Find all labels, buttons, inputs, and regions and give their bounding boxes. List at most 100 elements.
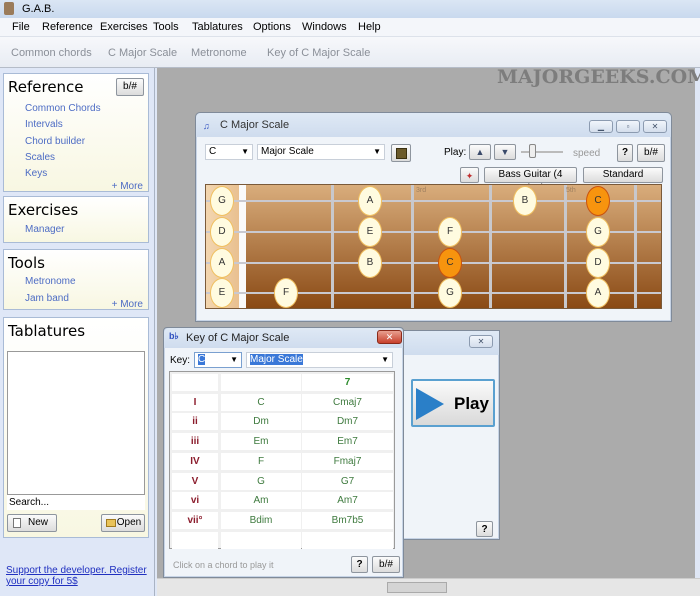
degree-cell: iii — [172, 433, 218, 451]
new-button[interactable]: New — [7, 514, 57, 532]
chevron-down-icon: ▼ — [241, 147, 249, 156]
close-button[interactable]: ✕ — [469, 335, 493, 348]
fret-note[interactable]: C — [438, 248, 462, 278]
close-button[interactable]: ✕ — [643, 120, 667, 133]
maximize-button[interactable]: ▫ — [616, 120, 640, 133]
tuning-button[interactable]: Standard — [583, 167, 663, 183]
chord-cell[interactable]: Em — [221, 433, 301, 451]
fret-note[interactable]: B — [358, 248, 382, 278]
reference-panel: Reference b/# Common Chords Intervals Ch… — [3, 73, 149, 192]
menu-windows[interactable]: Windows — [302, 21, 347, 33]
chord-cell[interactable]: Cmaj7 — [302, 393, 393, 411]
chord-cell[interactable] — [302, 531, 393, 549]
tools-more[interactable]: + More — [112, 299, 143, 310]
tablature-search[interactable]: Search... — [7, 495, 145, 510]
fret-note[interactable]: G — [586, 217, 610, 247]
help-button[interactable]: ? — [351, 556, 368, 573]
minimize-button[interactable]: ▁ — [589, 120, 613, 133]
chord-cell[interactable]: G — [221, 472, 301, 490]
play-button[interactable]: Play — [411, 379, 495, 427]
chord-cell[interactable]: Dm7 — [302, 413, 393, 431]
color-options-button[interactable]: ✦ — [460, 167, 479, 183]
fret-note[interactable]: A — [358, 186, 382, 216]
scale-select[interactable]: Major Scale ▼ — [246, 352, 393, 368]
scrollbar-thumb[interactable] — [387, 582, 447, 593]
horizontal-scrollbar[interactable] — [157, 578, 700, 596]
help-button[interactable]: ? — [476, 521, 493, 537]
play-down-button[interactable]: ▼ — [494, 144, 516, 160]
menu-help[interactable]: Help — [358, 21, 381, 33]
key-select[interactable]: C ▼ — [194, 352, 242, 368]
link-scales[interactable]: Scales — [25, 152, 55, 163]
chord-cell[interactable]: C — [221, 393, 301, 411]
open-button[interactable]: Open — [101, 514, 145, 532]
chord-cell[interactable]: Bm7b5 — [302, 511, 393, 529]
chevron-down-icon: ▼ — [381, 355, 389, 364]
link-common-chords[interactable]: Common Chords — [25, 103, 101, 114]
help-button[interactable]: ? — [617, 144, 633, 162]
chord-cell[interactable]: Dm — [221, 413, 301, 431]
tab-key-of-c[interactable]: Key of C Major Scale — [267, 47, 370, 59]
link-keys[interactable]: Keys — [25, 168, 47, 179]
link-metronome[interactable]: Metronome — [25, 276, 76, 287]
tab-metronome[interactable]: Metronome — [191, 47, 247, 59]
accidental-button[interactable]: b/# — [116, 78, 144, 96]
fret-note[interactable]: A — [586, 278, 610, 308]
fret-note[interactable]: F — [438, 217, 462, 247]
fret-note[interactable]: E — [210, 278, 234, 308]
menu-exercises[interactable]: Exercises — [100, 21, 148, 33]
fret-line — [331, 185, 334, 308]
title-bar: G.A.B. — [0, 0, 700, 18]
link-manager[interactable]: Manager — [25, 224, 64, 235]
grid-header-cell: 7 — [302, 374, 393, 391]
menu-file[interactable]: File — [12, 21, 30, 33]
chord-cell[interactable]: Fmaj7 — [302, 452, 393, 470]
scale-window-title: C Major Scale — [220, 119, 290, 131]
fret-note[interactable]: G — [210, 186, 234, 216]
fret-note[interactable]: E — [358, 217, 382, 247]
link-intervals[interactable]: Intervals — [25, 119, 63, 130]
save-button[interactable] — [391, 144, 411, 162]
link-chord-builder[interactable]: Chord builder — [25, 136, 85, 147]
tab-c-major-scale[interactable]: C Major Scale — [108, 47, 177, 59]
fret-note[interactable]: A — [210, 248, 234, 278]
chord-cell[interactable]: F — [221, 452, 301, 470]
fret-note[interactable]: C — [586, 186, 610, 216]
chord-cell[interactable]: Am7 — [302, 492, 393, 510]
scale-select[interactable]: Major Scale ▼ — [257, 144, 385, 160]
menu-reference[interactable]: Reference — [42, 21, 93, 33]
support-link-line2[interactable]: your copy for 5$ — [6, 576, 147, 587]
key-select[interactable]: C ▼ — [205, 144, 253, 160]
fret-note[interactable]: D — [210, 217, 234, 247]
fret-note[interactable]: F — [274, 278, 298, 308]
chord-cell[interactable]: Am — [221, 492, 301, 510]
menu-tools[interactable]: Tools — [153, 21, 179, 33]
support-link-line1[interactable]: Support the developer. Register — [6, 565, 147, 576]
accidental-button[interactable]: b/# — [637, 144, 665, 162]
tablature-list[interactable] — [7, 351, 145, 495]
menu-options[interactable]: Options — [253, 21, 291, 33]
reference-more[interactable]: + More — [112, 181, 143, 192]
jam-window-caption: ✕ — [396, 331, 499, 355]
chord-cell[interactable]: Em7 — [302, 433, 393, 451]
speed-slider[interactable] — [521, 151, 563, 153]
tab-common-chords[interactable]: Common chords — [11, 47, 92, 59]
instrument-button[interactable]: Bass Guitar (4 string) — [484, 167, 577, 194]
support-link[interactable]: Support the developer. Register your cop… — [6, 565, 147, 587]
fret-note[interactable]: D — [586, 248, 610, 278]
speed-slider-thumb[interactable] — [529, 144, 536, 158]
menu-tablatures[interactable]: Tablatures — [192, 21, 243, 33]
chord-cell[interactable] — [221, 531, 301, 549]
close-button[interactable]: ✕ — [377, 330, 402, 344]
play-up-button[interactable]: ▲ — [469, 144, 491, 160]
chord-cell[interactable]: Bdim — [221, 511, 301, 529]
exercises-panel: Exercises Manager — [3, 196, 149, 243]
chord-cell[interactable]: G7 — [302, 472, 393, 490]
accidental-button[interactable]: b/# — [372, 556, 400, 573]
key-window-title: Key of C Major Scale — [186, 332, 290, 344]
link-jam-band[interactable]: Jam band — [25, 293, 69, 304]
jam-window: ✕ Play ? — [395, 330, 500, 540]
fretboard[interactable]: 3rd 5th G A B C D E F G A B C D E F G A — [205, 184, 662, 309]
fret-note[interactable]: G — [438, 278, 462, 308]
fret-note[interactable]: B — [513, 186, 537, 216]
